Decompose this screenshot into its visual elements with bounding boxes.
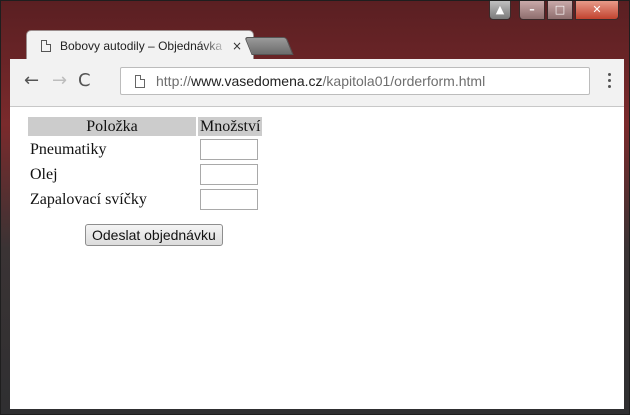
quantity-cell xyxy=(198,188,262,211)
spark-plugs-quantity-input[interactable] xyxy=(200,189,258,210)
tab-title: Bobovy autodily – Objednávka xyxy=(60,38,223,53)
address-bar[interactable]: http://www.vasedomena.cz/kapitola01/orde… xyxy=(120,67,590,95)
table-row: Zapalovací svíčky xyxy=(28,188,262,211)
table-row: Pneumatiky xyxy=(28,138,262,161)
submit-order-button[interactable]: Odeslat objednávku xyxy=(85,224,223,246)
column-header-quantity: Množství xyxy=(198,117,263,136)
minimize-button[interactable]: – xyxy=(519,1,545,20)
browser-toolbar: ← → C http://www.vasedomena.cz/kapitola0… xyxy=(10,59,624,107)
quantity-cell xyxy=(198,163,262,186)
url-protocol: http:// xyxy=(156,73,192,89)
page-content: Položka Množství Pneumatiky Olej Zapalov… xyxy=(10,107,624,409)
window-controls: ▲ – □ ✕ xyxy=(489,1,619,23)
browser-menu-icon[interactable] xyxy=(608,73,612,91)
table-header-row: Položka Množství xyxy=(28,117,263,136)
quantity-cell xyxy=(198,138,262,161)
item-label-tires: Pneumatiky xyxy=(30,140,107,158)
user-icon: ▲ xyxy=(495,3,505,16)
close-window-button[interactable]: ✕ xyxy=(575,1,619,20)
browser-window: ▲ – □ ✕ Bobovy autodily – Objednávka × ←… xyxy=(0,0,630,415)
minimize-icon: – xyxy=(529,3,535,16)
column-header-item: Položka xyxy=(28,117,196,136)
url-host: www.vasedomena.cz xyxy=(191,73,323,89)
url-text: http://www.vasedomena.cz/kapitola01/orde… xyxy=(156,73,485,89)
order-table: Položka Množství Pneumatiky Olej Zapalov… xyxy=(26,115,264,213)
reload-icon[interactable]: C xyxy=(78,71,91,91)
new-tab-button[interactable] xyxy=(244,37,294,55)
tab-close-icon[interactable]: × xyxy=(232,39,242,53)
item-label-oil: Olej xyxy=(30,165,58,183)
table-row: Olej xyxy=(28,163,262,186)
close-icon: ✕ xyxy=(592,3,602,16)
maximize-button[interactable]: □ xyxy=(547,1,573,20)
back-arrow-icon[interactable]: ← xyxy=(24,71,39,91)
maximize-icon: □ xyxy=(554,3,566,16)
forward-arrow-icon[interactable]: → xyxy=(52,71,67,91)
oil-quantity-input[interactable] xyxy=(200,164,258,185)
url-path: /kapitola01/orderform.html xyxy=(322,73,486,89)
page-info-icon[interactable] xyxy=(135,74,145,88)
item-label-spark-plugs: Zapalovací svíčky xyxy=(30,190,147,208)
tires-quantity-input[interactable] xyxy=(200,139,258,160)
browser-tab[interactable]: Bobovy autodily – Objednávka × xyxy=(26,30,254,60)
user-profile-button[interactable]: ▲ xyxy=(489,1,511,20)
page-icon xyxy=(41,39,51,52)
